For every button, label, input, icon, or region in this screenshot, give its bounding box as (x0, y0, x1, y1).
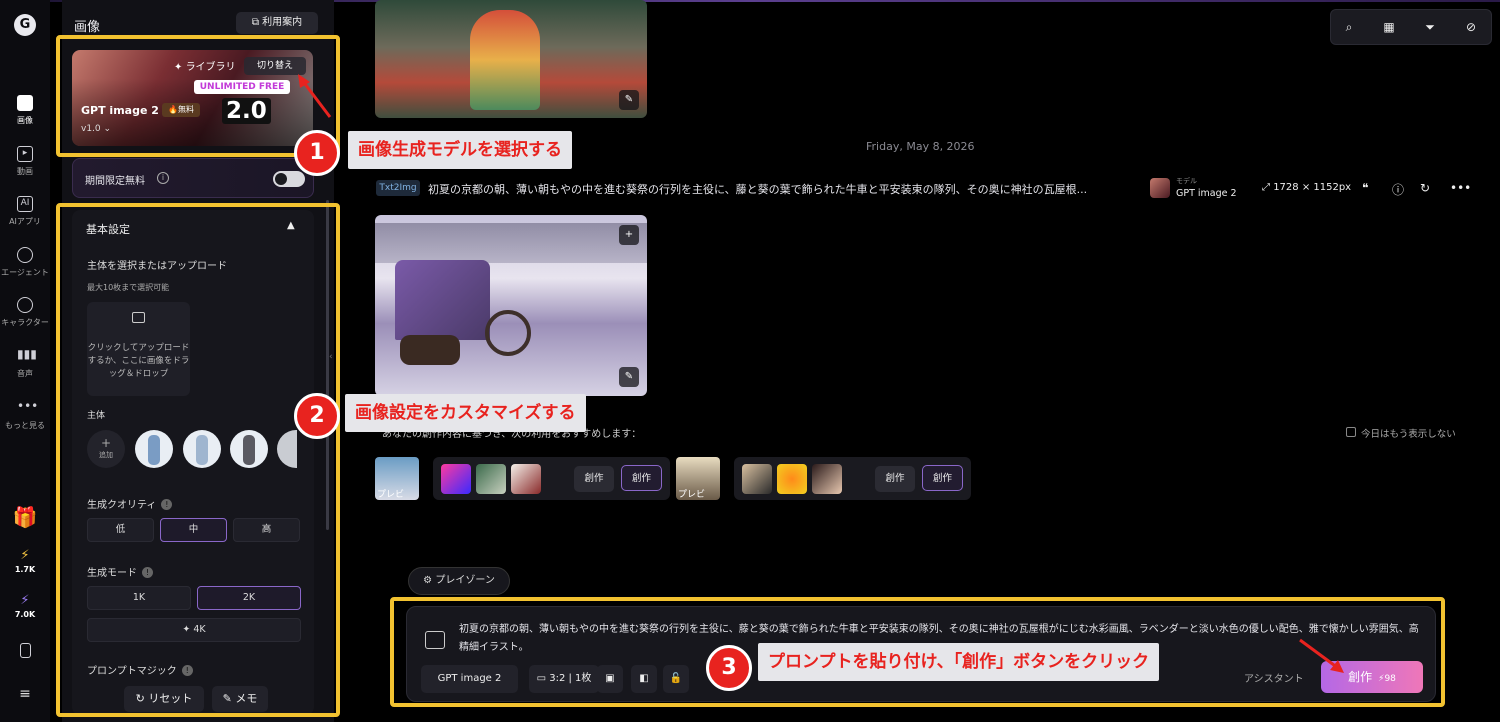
annotation-arrows (298, 74, 1344, 673)
step-marker-1: 1 (294, 130, 340, 176)
step-marker-2: 2 (294, 393, 340, 439)
arrow-1 (300, 79, 332, 118)
step-callout-2: 画像設定をカスタマイズする (345, 394, 586, 432)
step-callout-3: プロンプトを貼り付け、「創作」ボタンをクリック (758, 643, 1160, 681)
step-callout-1: 画像生成モデルを選択する (348, 131, 572, 169)
step-marker-3: 3 (706, 645, 752, 691)
app-root: G 画像 ▸ 動画 AI AIアプリ エージェント キャラクター ▮▮▮ 音声 •••… (0, 0, 1500, 722)
arrow-3 (1299, 638, 1339, 670)
